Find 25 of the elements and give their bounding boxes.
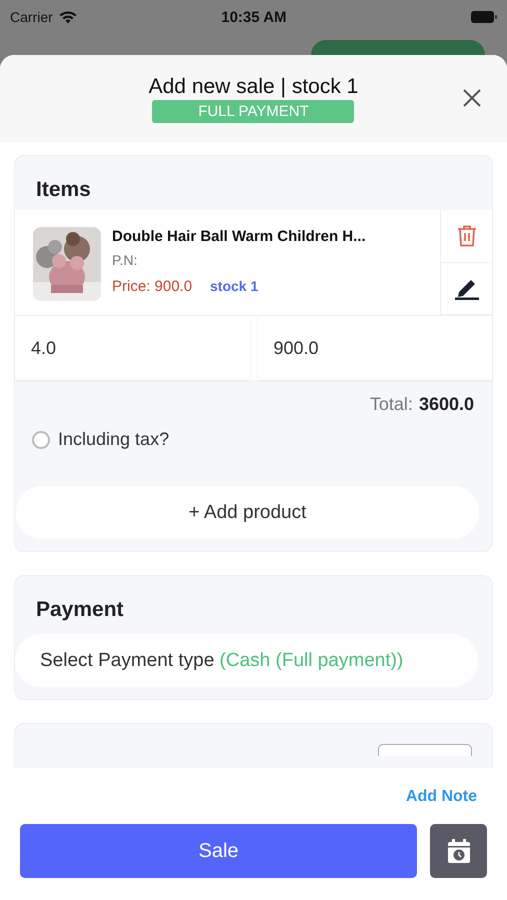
add-product-button[interactable]: + Add product [16,486,479,539]
total-label: Total: [370,394,413,414]
trash-icon [456,224,476,247]
status-time: 10:35 AM [220,8,288,26]
price-field[interactable]: 900.0 [258,316,492,380]
payment-badge: FULL PAYMENT [152,100,354,123]
part-number-label: P.N: [112,252,138,268]
calendar-clock-icon [446,838,472,864]
schedule-button[interactable] [430,824,487,878]
product-name: Double Hair Ball Warm Children H... [112,228,367,245]
sheet-title: Add new sale | stock 1 [148,75,358,99]
quantity-field[interactable]: 4.0 [15,316,250,380]
stock-label: stock 1 [210,278,258,295]
card-title: Payment [35,597,125,623]
close-icon[interactable] [462,88,482,108]
tax-radio[interactable] [32,430,50,448]
product-price: Price: 900.0 [112,278,194,295]
carrier-label: Carrier [10,9,53,25]
payment-type-selector[interactable]: Select Payment type (Cash (Full payment)) [15,634,478,687]
wifi-icon [58,10,77,24]
card-title: Items [35,177,92,203]
tax-label: Including tax? [58,429,170,450]
total-value: 3600.0 [418,394,474,414]
battery-icon [471,11,497,23]
sale-button[interactable]: Sale [20,824,417,878]
